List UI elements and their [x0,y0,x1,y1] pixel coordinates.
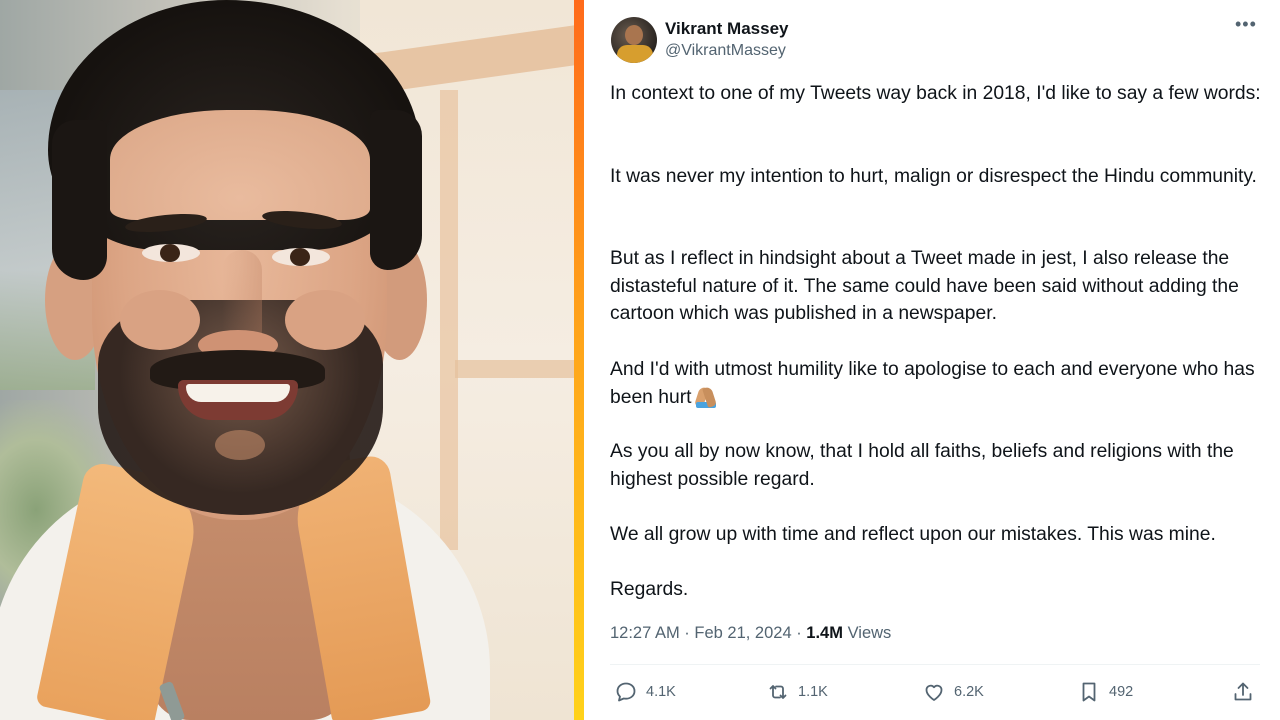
author-handle[interactable]: @VikrantMassey [665,42,786,60]
like-count: 6.2K [954,684,984,700]
author-name[interactable]: Vikrant Massey [665,19,788,39]
bookmark-button[interactable]: 492 [1077,678,1133,706]
avatar[interactable] [611,17,657,63]
share-icon [1234,682,1252,701]
eye [142,244,200,262]
separator [610,664,1260,665]
tweet-paragraph: Regards. [610,579,689,600]
heart-icon [925,684,943,701]
bookmark-count: 492 [1109,684,1134,700]
tweet-card: Vikrant Massey @VikrantMassey ••• In con… [584,0,1280,720]
tweet-paragraph: But as I reflect in hindsight about a Tw… [610,248,1239,324]
reply-button[interactable]: 4.1K [614,678,676,706]
chin [215,430,265,460]
hair [52,120,107,280]
retweet-button[interactable]: 1.1K [766,678,828,706]
reply-icon [616,682,636,702]
tweet-timestamp[interactable]: 12:27 AM · Feb 21, 2024 · [610,624,806,642]
cheek [120,290,200,350]
tweet-paragraph: As you all by now know, that I hold all … [610,441,1234,490]
reply-count: 4.1K [646,684,676,700]
tweet-paragraph-apology: And I'd with utmost humility like to apo… [610,356,1270,411]
smile [178,380,298,420]
more-horizontal-icon[interactable]: ••• [1235,14,1257,35]
cheek [285,290,365,350]
views-label: Views [842,624,892,642]
tweet-paragraph: We all grow up with time and reflect upo… [610,524,1216,545]
portrait-photo [0,0,574,720]
folded-hands-emoji-icon [693,385,719,408]
hair [370,110,422,270]
like-button[interactable]: 6.2K [922,678,984,706]
bookmark-icon [1082,682,1096,702]
eye [272,248,330,266]
tweet-metadata: 12:27 AM · Feb 21, 2024 · 1.4M Views [610,624,891,643]
forehead [110,110,370,220]
action-bar: 4.1K 1.1K 6.2K 492 [584,672,1280,712]
tweet-paragraph: In context to one of my Tweets way back … [610,83,1261,104]
orange-divider [574,0,584,720]
background-frame [455,360,574,378]
views-count: 1.4M [806,624,843,642]
share-button[interactable] [1231,678,1255,706]
tweet-paragraph: It was never my intention to hurt, malig… [610,166,1257,187]
retweet-icon [769,685,787,699]
retweet-count: 1.1K [798,684,828,700]
background-frame [440,90,458,550]
